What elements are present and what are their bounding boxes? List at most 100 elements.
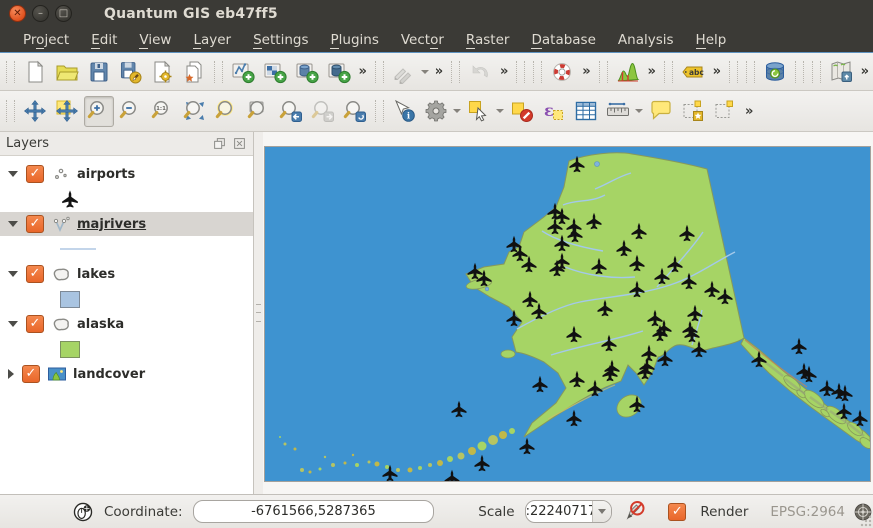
layer-item-majrivers[interactable]: ✓majrivers [0,212,253,236]
toolbar-grip[interactable] [664,61,673,83]
layer-checkbox-landcover[interactable]: ✓ [22,365,40,383]
toolbar-grip[interactable] [812,61,821,83]
menu-help[interactable]: Help [685,29,738,51]
toolbar-overflow[interactable]: » [582,64,590,79]
add-vector-layer-button[interactable] [228,56,258,87]
toolbar-grip[interactable] [533,61,542,83]
panel-splitter[interactable] [254,132,263,494]
zoom-next-button[interactable] [308,96,338,127]
zoom-out-button[interactable] [116,96,146,127]
menu-vector[interactable]: Vector [390,29,455,51]
panel-close-button[interactable] [232,136,247,151]
add-raster-layer-button[interactable] [260,56,290,87]
show-bookmarks-button[interactable] [710,96,740,127]
select-features-button[interactable] [464,96,494,127]
toolbar-overflow[interactable]: » [500,64,508,79]
toolbar-overflow[interactable]: » [435,64,443,79]
zoom-in-button[interactable] [84,96,114,127]
layer-item-alaska[interactable]: ✓alaska [0,312,253,336]
layer-item-airports[interactable]: ✓airports [0,162,253,186]
select-features-dropdown-arrow[interactable] [496,109,504,113]
open-attribute-table-button[interactable] [571,96,601,127]
db-manager-button[interactable] [760,56,790,87]
new-project-button[interactable] [20,56,50,87]
undo-button[interactable] [465,56,495,87]
refresh-map-button[interactable] [340,96,370,127]
toolbar-grip[interactable] [6,61,15,83]
layer-checkbox-majrivers[interactable]: ✓ [26,215,44,233]
map-canvas[interactable] [264,146,871,482]
expand-arrow-icon[interactable] [8,369,14,379]
zoom-actual-size-button[interactable] [148,96,178,127]
toolbar-overflow[interactable]: » [713,64,721,79]
menu-settings[interactable]: Settings [242,29,319,51]
publish-to-web-button[interactable] [826,56,856,87]
zoom-full-extent-button[interactable] [180,96,210,127]
toolbar-overflow[interactable]: » [861,64,869,79]
save-project-button[interactable] [84,56,114,87]
composer-manager-button[interactable] [179,56,209,87]
render-checkbox[interactable]: ✓ [668,503,686,521]
menu-raster[interactable]: Raster [455,29,521,51]
deselect-all-button[interactable] [507,96,537,127]
zoom-to-selection-button[interactable] [212,96,242,127]
toggle-editing-dropdown-arrow[interactable] [421,70,429,74]
toolbar-grip[interactable] [375,100,384,122]
layer-checkbox-alaska[interactable]: ✓ [26,315,44,333]
toggle-editing-button[interactable] [389,56,419,87]
pan-map-button[interactable] [20,96,50,127]
menu-analysis[interactable]: Analysis [607,29,685,51]
new-print-composer-button[interactable] [147,56,177,87]
coordinate-input[interactable] [193,500,435,523]
menu-view[interactable]: View [128,29,182,51]
toolbar-overflow[interactable]: » [745,104,753,119]
window-minimize-button[interactable]: – [32,5,49,22]
pan-to-selection-button[interactable] [52,96,82,127]
toolbar-overflow[interactable]: » [647,64,655,79]
scale-dropdown-arrow[interactable] [592,501,611,522]
collapse-arrow-icon[interactable] [8,171,18,177]
measure-button[interactable] [603,96,633,127]
zoom-last-button[interactable] [276,96,306,127]
toolbar-grip[interactable] [729,61,738,83]
map-settings-button[interactable] [421,96,451,127]
add-spatialite-layer-button[interactable] [324,56,354,87]
open-project-button[interactable] [52,56,82,87]
panel-float-button[interactable] [212,136,227,151]
toolbar-grip[interactable] [375,61,384,83]
layer-item-landcover[interactable]: ✓landcover [0,362,253,386]
toolbar-grip[interactable] [795,61,804,83]
toolbar-grip[interactable] [746,61,755,83]
collapse-arrow-icon[interactable] [8,271,18,277]
map-settings-dropdown-arrow[interactable] [453,109,461,113]
toolbar-grip[interactable] [451,61,460,83]
menu-project[interactable]: Project [12,29,80,51]
zoom-to-layer-button[interactable] [244,96,274,127]
toolbar-overflow[interactable]: » [359,64,367,79]
window-maximize-button[interactable]: □ [55,5,72,22]
measure-dropdown-arrow[interactable] [635,109,643,113]
save-project-as-button[interactable] [116,56,146,87]
scale-combobox[interactable]: :22240717 [525,500,612,523]
labeling-button[interactable] [678,56,708,87]
layer-item-lakes[interactable]: ✓lakes [0,262,253,286]
add-postgis-layer-button[interactable] [292,56,322,87]
stop-rendering-button[interactable] [624,500,646,524]
new-bookmark-button[interactable] [678,96,708,127]
select-by-expression-button[interactable] [539,96,569,127]
toolbar-grip[interactable] [6,100,15,122]
menu-layer[interactable]: Layer [182,29,242,51]
window-resize-grip[interactable] [859,514,872,527]
identify-features-button[interactable] [389,96,419,127]
layer-checkbox-lakes[interactable]: ✓ [26,265,44,283]
help-contents-button[interactable] [547,56,577,87]
mouse-position-toggle[interactable] [72,501,94,523]
toolbar-grip[interactable] [214,61,223,83]
menu-edit[interactable]: Edit [80,29,128,51]
map-tips-button[interactable] [646,96,676,127]
collapse-arrow-icon[interactable] [8,321,18,327]
collapse-arrow-icon[interactable] [8,221,18,227]
toolbar-grip[interactable] [599,61,608,83]
layer-checkbox-airports[interactable]: ✓ [26,165,44,183]
menu-database[interactable]: Database [520,29,606,51]
